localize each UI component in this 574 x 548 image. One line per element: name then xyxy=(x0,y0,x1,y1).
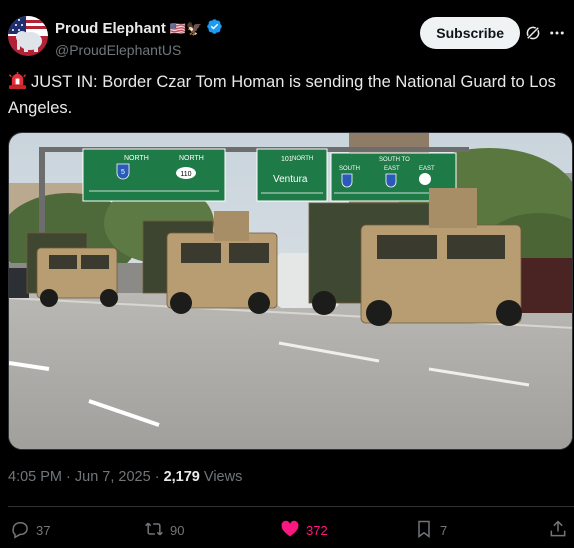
verified-badge-icon xyxy=(206,18,223,39)
bookmark-button[interactable]: 7 xyxy=(414,518,447,542)
reply-count: 37 xyxy=(36,522,51,538)
police-light-icon xyxy=(8,71,27,97)
tweet-time[interactable]: 4:05 PM xyxy=(8,469,62,485)
share-icon xyxy=(548,519,568,542)
share-button[interactable] xyxy=(548,518,568,542)
sign-route-5: 5 xyxy=(121,169,125,176)
sign-route-110: 110 xyxy=(180,171,191,178)
repost-icon xyxy=(144,519,164,542)
action-bar: 37 90 372 7 xyxy=(8,518,574,542)
like-count: 372 xyxy=(306,522,328,538)
reply-icon xyxy=(10,519,30,542)
views-label: Views xyxy=(199,469,243,485)
meta-separator: · xyxy=(150,469,164,485)
author-names: Proud Elephant 🇺🇸🦅 @ProudElephantUS xyxy=(55,18,223,58)
subscribe-button[interactable]: Subscribe xyxy=(420,17,520,49)
national-guard-photo: NORTH NORTH 5 110 101 NORTH Ventura SOUT… xyxy=(9,133,572,449)
tweet-media-image[interactable]: NORTH NORTH 5 110 101 NORTH Ventura SOUT… xyxy=(8,132,573,450)
display-name[interactable]: Proud Elephant 🇺🇸🦅 xyxy=(55,18,223,39)
avatar[interactable] xyxy=(8,16,48,56)
sign-north-1: NORTH xyxy=(124,155,149,162)
divider xyxy=(8,506,574,507)
display-name-text: Proud Elephant xyxy=(55,20,166,37)
handle[interactable]: @ProudElephantUS xyxy=(55,42,223,58)
tweet-meta: 4:05 PM · Jun 7, 2025 · 2,179 Views xyxy=(8,469,242,485)
sign-ventura: Ventura xyxy=(273,174,308,185)
bookmark-icon xyxy=(414,519,434,542)
tweet-text-body: JUST IN: Border Czar Tom Homan is sendin… xyxy=(8,73,556,117)
tweet-header: Proud Elephant 🇺🇸🦅 @ProudElephantUS Subs… xyxy=(8,14,566,58)
grok-icon[interactable] xyxy=(524,24,542,42)
repost-count: 90 xyxy=(170,522,185,538)
sign-east-2: EAST xyxy=(419,166,435,172)
flag-emojis: 🇺🇸🦅 xyxy=(169,20,203,36)
sign-north-2: NORTH xyxy=(179,155,204,162)
sign-north-3: NORTH xyxy=(292,156,313,162)
meta-separator: · xyxy=(62,469,75,485)
views-count: 2,179 xyxy=(163,469,200,485)
heart-icon xyxy=(280,519,300,542)
more-icon[interactable] xyxy=(548,24,566,42)
like-button[interactable]: 372 xyxy=(280,518,328,542)
sign-south: SOUTH xyxy=(339,166,360,172)
sign-south-to: SOUTH TO xyxy=(379,157,410,163)
tweet-text: JUST IN: Border Czar Tom Homan is sendin… xyxy=(8,71,566,120)
sign-east-1: EAST xyxy=(384,166,400,172)
bookmark-count: 7 xyxy=(440,522,448,538)
reply-button[interactable]: 37 xyxy=(10,518,50,542)
tweet-date[interactable]: Jun 7, 2025 xyxy=(75,469,151,485)
repost-button[interactable]: 90 xyxy=(144,518,184,542)
